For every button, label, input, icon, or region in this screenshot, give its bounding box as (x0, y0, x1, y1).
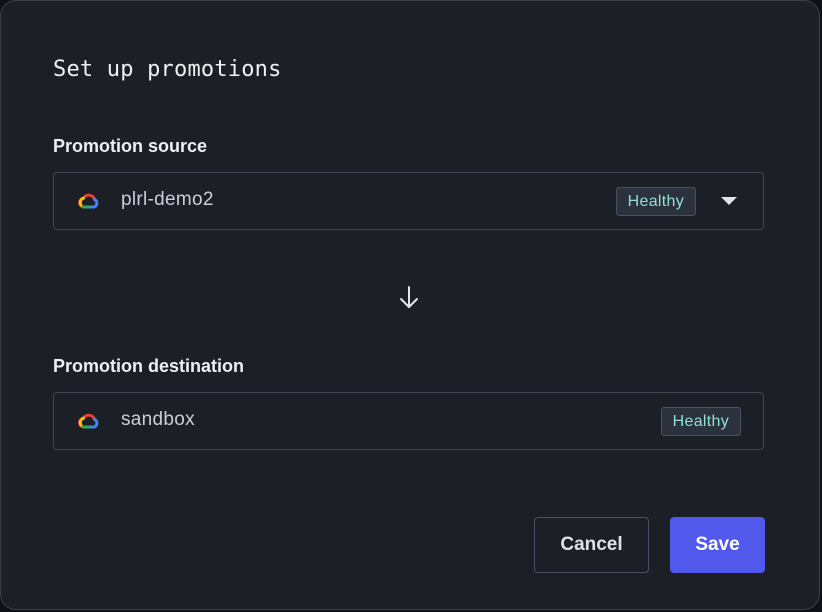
google-cloud-icon (78, 413, 99, 429)
save-button[interactable]: Save (670, 517, 765, 573)
promotion-destination-label: Promotion destination (53, 356, 244, 376)
chevron-down-icon[interactable] (721, 197, 737, 205)
promotion-destination-field: sandbox Healthy (53, 392, 764, 450)
promotion-source-label: Promotion source (53, 136, 208, 156)
destination-status-badge: Healthy (660, 407, 741, 436)
promotions-dialog: Set up promotions Promotion source plrl-… (0, 0, 820, 610)
source-status-badge: Healthy (615, 187, 696, 216)
destination-cluster-name: sandbox (121, 409, 195, 430)
source-cluster-name: plrl-demo2 (121, 189, 214, 210)
dialog-title: Set up promotions (53, 57, 282, 82)
cancel-button[interactable]: Cancel (534, 517, 649, 573)
promotion-source-select[interactable]: plrl-demo2 Healthy (53, 172, 764, 230)
arrow-down-icon (400, 286, 418, 308)
google-cloud-icon (78, 193, 99, 209)
